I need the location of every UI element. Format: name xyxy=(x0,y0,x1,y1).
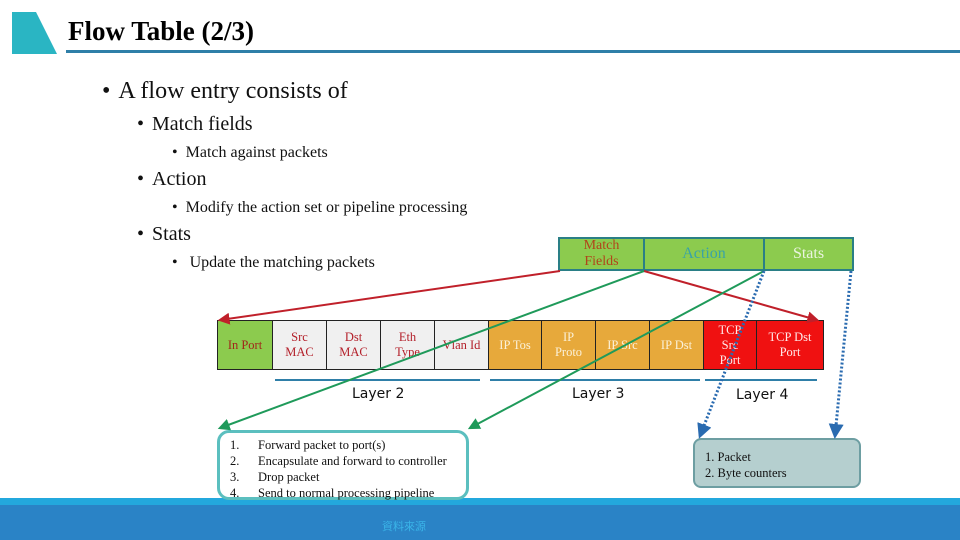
field-vlan-id: Vlan Id xyxy=(435,321,489,369)
slide-title: Flow Table (2/3) xyxy=(68,16,255,46)
stats-item: 1. Packet xyxy=(705,450,751,464)
bullet-glyph: • xyxy=(137,168,145,190)
bullet-text: Update the matching packets xyxy=(189,254,375,271)
title-accent-shape xyxy=(12,12,57,54)
action-text: Send to normal processing pipeline xyxy=(258,486,435,500)
field-label: Dst MAC xyxy=(339,330,368,359)
stats-list: 1. Packet 2. Byte counters xyxy=(695,440,859,481)
header-stats-label: Stats xyxy=(792,245,825,262)
field-in-port: In Port xyxy=(218,321,273,369)
match-line-left xyxy=(217,270,561,325)
layer3-label: Layer 3 xyxy=(572,386,625,402)
action-text: Encapsulate and forward to controller xyxy=(258,454,447,468)
bullet-glyph: • xyxy=(137,113,145,135)
field-tcp-src-port: TCP Src Port xyxy=(704,321,757,369)
bullet-glyph: • xyxy=(172,254,178,271)
bullet-text: Action xyxy=(152,168,207,190)
stats-item: 2. Byte counters xyxy=(705,466,787,480)
header-match-fields-label: Match Fields xyxy=(583,238,620,269)
bullet-glyph: • xyxy=(102,78,111,104)
bullet-action-sub: • Modify the action set or pipeline proce… xyxy=(172,199,467,217)
action-number: 4. xyxy=(230,486,240,500)
bullet-text: Stats xyxy=(152,223,191,245)
bullet-text: Match fields xyxy=(152,113,253,135)
field-dst-mac: Dst MAC xyxy=(327,321,381,369)
field-label: IP Proto xyxy=(554,330,583,359)
field-label: Eth Type xyxy=(395,330,420,359)
field-label: In Port xyxy=(227,337,263,352)
bullet-stats: • Stats xyxy=(137,223,191,246)
field-label: Vlan Id xyxy=(442,337,481,352)
bullet-text: Match against packets xyxy=(185,144,328,161)
bullet-glyph: • xyxy=(137,223,145,245)
field-label: IP Dst xyxy=(660,337,693,352)
footer-band xyxy=(0,505,960,540)
action-list-box: 1. Forward packet to port(s) 2. Encapsulat… xyxy=(217,430,469,500)
field-ip-src: IP Src xyxy=(596,321,650,369)
field-label: IP Tos xyxy=(499,337,531,352)
bullet-glyph: • xyxy=(172,199,178,216)
bullet-stats-sub: • Update the matching packets xyxy=(172,254,375,272)
action-item: 1. Forward packet to port(s) xyxy=(230,437,466,453)
stats-line-right xyxy=(828,270,853,439)
layer2-label: Layer 2 xyxy=(352,386,405,402)
action-number: 1. xyxy=(230,438,240,452)
footer-stripe xyxy=(0,498,960,505)
source-link[interactable]: 資料來源 xyxy=(382,518,426,534)
field-ip-tos: IP Tos xyxy=(489,321,542,369)
layer4-label: Layer 4 xyxy=(736,387,789,403)
header-action-label: Action xyxy=(682,245,726,262)
layer2-rule xyxy=(275,379,480,381)
bullet-action: • Action xyxy=(137,168,206,191)
action-text: Drop packet xyxy=(258,470,320,484)
bullet-glyph: • xyxy=(172,144,178,161)
field-src-mac: Src MAC xyxy=(273,321,327,369)
action-item: 3. Drop packet xyxy=(230,469,466,485)
field-label: IP Src xyxy=(607,337,638,352)
action-number: 3. xyxy=(230,470,240,484)
action-list: 1. Forward packet to port(s) 2. Encapsulat… xyxy=(220,433,466,501)
bullet-match-fields: • Match fields xyxy=(137,113,253,136)
layer3-rule xyxy=(490,379,700,381)
field-ip-dst: IP Dst xyxy=(650,321,704,369)
title-underline xyxy=(66,50,960,53)
bullet-level1: • A flow entry consists of xyxy=(102,78,348,105)
bullet-text: A flow entry consists of xyxy=(118,78,348,104)
bullet-text: Modify the action set or pipeline proces… xyxy=(185,199,468,216)
action-item: 4. Send to normal processing pipeline xyxy=(230,485,466,501)
bullet-match-fields-sub: • Match against packets xyxy=(172,144,328,162)
field-tcp-dst-port: TCP Dst Port xyxy=(757,321,823,369)
layer4-rule xyxy=(705,379,817,381)
action-text: Forward packet to port(s) xyxy=(258,438,386,452)
field-label: Src MAC xyxy=(285,330,314,359)
match-line-right xyxy=(643,270,820,324)
header-match-fields: Match Fields xyxy=(558,237,645,271)
action-number: 2. xyxy=(230,454,240,468)
field-label: TCP Dst Port xyxy=(768,330,812,359)
match-fields-row: In Port Src MAC Dst MAC Eth Type Vlan Id… xyxy=(217,320,824,370)
stats-box: 1. Packet 2. Byte counters xyxy=(693,438,861,488)
header-stats: Stats xyxy=(763,237,854,271)
field-label: TCP Src Port xyxy=(718,322,742,367)
field-ip-proto: IP Proto xyxy=(542,321,596,369)
header-action: Action xyxy=(643,237,765,271)
field-eth-type: Eth Type xyxy=(381,321,435,369)
action-item: 2. Encapsulate and forward to controller xyxy=(230,453,466,469)
